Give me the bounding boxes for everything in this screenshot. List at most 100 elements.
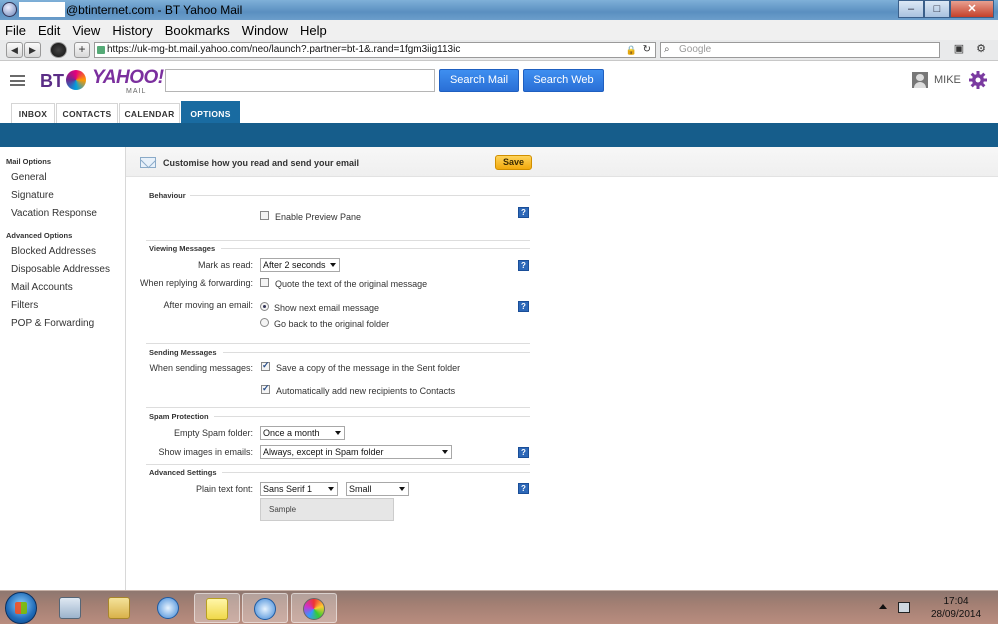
search-mail-button[interactable]: Search Mail <box>439 69 519 92</box>
address-bar[interactable]: https://uk-mg-bt.mail.yahoo.com/neo/laun… <box>94 42 656 58</box>
font-size-value: Small <box>349 484 372 494</box>
search-icon: ⌕ <box>664 44 670 55</box>
window-title: @btinternet.com - BT Yahoo Mail <box>66 3 243 17</box>
mark-as-read-select[interactable]: After 2 seconds <box>260 258 340 272</box>
menu-edit[interactable]: Edit <box>38 23 60 38</box>
when-sending-label: When sending messages: <box>149 363 253 373</box>
tab-calendar[interactable]: CALENDAR <box>119 103 180 123</box>
sidebar-item-blocked-addresses[interactable]: Blocked Addresses <box>11 246 96 257</box>
tab-inbox[interactable]: INBOX <box>11 103 55 123</box>
divider <box>146 240 530 241</box>
save-button[interactable]: Save <box>495 155 532 170</box>
font-family-select[interactable]: Sans Serif 1 <box>260 482 338 496</box>
chevron-down-icon <box>399 487 405 491</box>
logo-yahoo: YAHOO! <box>92 67 164 88</box>
menu-view[interactable]: View <box>72 23 100 38</box>
bt-globe-icon <box>66 70 86 90</box>
envelope-icon <box>140 157 156 168</box>
mail-tabs: INBOX CONTACTS CALENDAR OPTIONS <box>0 101 998 124</box>
tab-options[interactable]: OPTIONS <box>181 101 240 124</box>
help-icon[interactable]: ? <box>518 483 529 494</box>
quote-text-label: Quote the text of the original message <box>275 279 428 289</box>
help-icon[interactable]: ? <box>518 301 529 312</box>
after-moving-label: After moving an email: <box>163 300 253 310</box>
folder-icon <box>108 597 130 619</box>
browser-icon <box>2 2 17 17</box>
page-title: Customise how you read and send your ema… <box>163 158 360 168</box>
taskbar-explorer-app[interactable] <box>97 593 143 623</box>
user-menu[interactable]: MIKE <box>912 71 961 89</box>
empty-spam-select[interactable]: Once a month <box>260 426 345 440</box>
web-search-input[interactable]: ⌕ Google <box>660 42 940 58</box>
minimize-button[interactable]: – <box>898 0 924 18</box>
menu-help[interactable]: Help <box>300 23 327 38</box>
forward-button[interactable]: ▶ <box>24 42 41 58</box>
start-button[interactable] <box>5 592 37 624</box>
show-next-label: Show next email message <box>274 303 380 313</box>
save-copy-checkbox[interactable] <box>261 360 270 371</box>
clock-date: 28/09/2014 <box>930 609 982 620</box>
taskbar-safari-app[interactable] <box>146 593 192 623</box>
reader-icon[interactable] <box>50 42 67 58</box>
sidebar-item-pop-forwarding[interactable]: POP & Forwarding <box>11 318 94 329</box>
menu-bookmarks[interactable]: Bookmarks <box>165 23 230 38</box>
network-icon[interactable] <box>898 602 910 613</box>
search-web-button[interactable]: Search Web <box>523 69 604 92</box>
sidebar-item-disposable-addresses[interactable]: Disposable Addresses <box>11 264 110 275</box>
quote-text-checkbox[interactable] <box>260 278 269 287</box>
taskbar-keyboard-app[interactable] <box>48 593 94 623</box>
gear-icon[interactable] <box>968 70 988 90</box>
divider <box>146 407 530 408</box>
mail-header: BT YAHOO! MAIL Search Mail Search Web MI… <box>0 61 998 101</box>
divider <box>190 195 530 196</box>
help-icon[interactable]: ? <box>518 207 529 218</box>
sidebar-item-vacation-response[interactable]: Vacation Response <box>11 208 97 219</box>
sidebar-item-filters[interactable]: Filters <box>11 300 38 311</box>
taskbar-safari-active-app[interactable] <box>242 593 288 623</box>
divider <box>222 472 530 473</box>
back-button[interactable]: ◀ <box>6 42 23 58</box>
help-icon[interactable]: ? <box>518 260 529 271</box>
system-clock[interactable]: 17:04 28/09/2014 <box>920 595 992 621</box>
avatar <box>912 72 928 88</box>
sidebar-item-mail-accounts[interactable]: Mail Accounts <box>11 282 73 293</box>
reload-icon[interactable]: ↻ <box>643 43 651 57</box>
chevron-down-icon <box>442 450 448 454</box>
close-button[interactable]: ✕ <box>950 0 994 18</box>
menu-history[interactable]: History <box>112 23 152 38</box>
font-size-select[interactable]: Small <box>346 482 409 496</box>
tab-contacts[interactable]: CONTACTS <box>56 103 118 123</box>
taskbar-paint-app[interactable] <box>291 593 337 623</box>
help-icon[interactable]: ? <box>518 447 529 458</box>
sidebar-item-signature[interactable]: Signature <box>11 190 54 201</box>
sidebar-item-general[interactable]: General <box>11 172 47 183</box>
address-url: https://uk-mg-bt.mail.yahoo.com/neo/laun… <box>107 44 461 55</box>
preview-pane-checkbox[interactable] <box>260 211 269 220</box>
show-hidden-icons-icon[interactable] <box>879 604 887 609</box>
redacted-email <box>19 2 65 17</box>
window-title-bar: @btinternet.com - BT Yahoo Mail – □ ✕ <box>0 0 998 20</box>
new-tab-button[interactable]: + <box>74 42 90 58</box>
chevron-down-icon <box>330 263 336 267</box>
show-images-select[interactable]: Always, except in Spam folder <box>260 445 452 459</box>
show-next-radio[interactable] <box>260 302 269 311</box>
settings-menu-icon[interactable]: ⚙ <box>972 42 990 58</box>
menu-window[interactable]: Window <box>242 23 288 38</box>
auto-add-checkbox[interactable] <box>261 383 270 394</box>
hamburger-menu-icon[interactable] <box>10 75 25 86</box>
compass-icon <box>254 598 276 620</box>
section-sending-messages: Sending Messages <box>149 348 217 357</box>
chevron-down-icon <box>335 431 341 435</box>
menu-file[interactable]: File <box>5 23 26 38</box>
plain-text-font-label: Plain text font: <box>195 484 253 494</box>
page-menu-icon[interactable]: ▣ <box>950 42 968 58</box>
taskbar-notes-app[interactable] <box>194 593 240 623</box>
sticky-notes-icon <box>206 598 228 620</box>
go-back-radio[interactable] <box>260 318 269 327</box>
maximize-button[interactable]: □ <box>924 0 950 18</box>
font-sample: Sample <box>260 498 394 521</box>
mail-search-input[interactable] <box>165 69 435 92</box>
section-behaviour: Behaviour <box>149 191 186 200</box>
options-sidebar: Mail Options General Signature Vacation … <box>0 147 126 590</box>
save-copy-label: Save a copy of the message in the Sent f… <box>276 363 461 373</box>
